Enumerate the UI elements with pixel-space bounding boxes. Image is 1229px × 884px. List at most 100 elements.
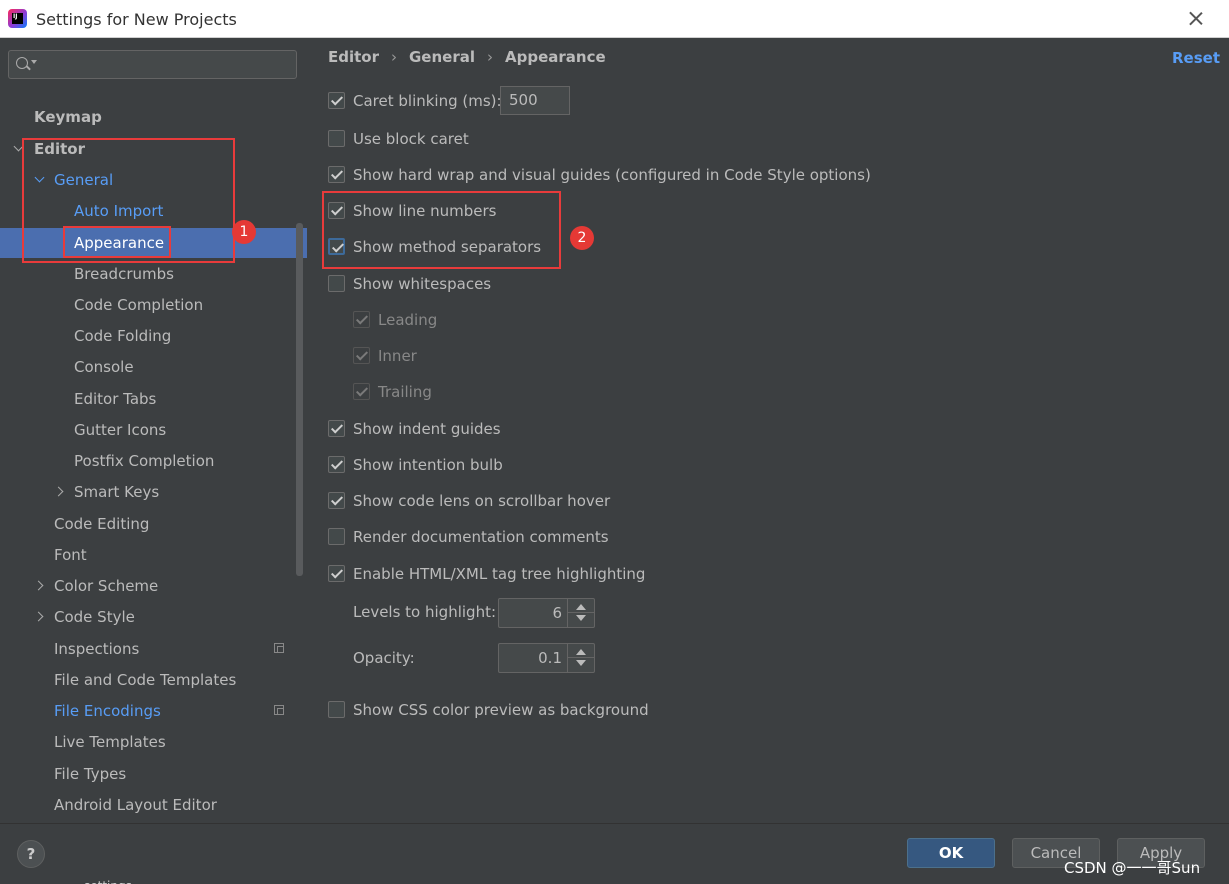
reset-link[interactable]: Reset — [1172, 49, 1220, 67]
chevron-right-icon[interactable] — [33, 611, 44, 622]
sidebar-item-keymap[interactable]: Keymap — [0, 102, 307, 132]
whitespaces-option[interactable]: Show whitespaces — [328, 272, 728, 296]
chevron-down-icon[interactable] — [31, 60, 37, 64]
arrow-up-icon[interactable] — [576, 604, 586, 610]
caret-blinking-option[interactable]: Caret blinking (ms): — [328, 89, 502, 113]
sidebar-item-label: Editor Tabs — [74, 390, 157, 408]
css-preview-label: Show CSS color preview as background — [353, 701, 649, 719]
block-caret-checkbox[interactable] — [328, 130, 345, 147]
sidebar-item-gutter-icons[interactable]: Gutter Icons — [0, 415, 307, 445]
help-button[interactable]: ? — [17, 840, 45, 868]
annotation-badge-2: 2 — [570, 226, 594, 250]
whitespaces-checkbox[interactable] — [328, 275, 345, 292]
sidebar-item-label: Font — [54, 546, 87, 564]
intellij-logo-icon: IJ — [8, 9, 27, 28]
window-title: Settings for New Projects — [36, 10, 237, 29]
sidebar-item-label: Console — [74, 358, 134, 376]
sidebar-item-code-style[interactable]: Code Style — [0, 602, 307, 632]
hard-wrap-option[interactable]: Show hard wrap and visual guides (config… — [328, 163, 928, 187]
sidebar-item-label: Code Folding — [74, 327, 172, 345]
sidebar-item-postfix-completion[interactable]: Postfix Completion — [0, 446, 307, 476]
sidebar-item-label: Code Style — [54, 608, 135, 626]
opacity-stepper[interactable]: 0.1 — [498, 643, 595, 673]
chevron-right-icon[interactable] — [53, 486, 64, 497]
indent-guides-label: Show indent guides — [353, 420, 501, 438]
taskbar-peek: settings — [84, 879, 132, 884]
code-lens-option[interactable]: Show code lens on scrollbar hover — [328, 489, 728, 513]
hard-wrap-label: Show hard wrap and visual guides (config… — [353, 166, 871, 184]
chevron-right-icon[interactable] — [33, 580, 44, 591]
indent-guides-option[interactable]: Show indent guides — [328, 417, 728, 441]
render-docs-option[interactable]: Render documentation comments — [328, 525, 728, 549]
close-icon[interactable] — [1184, 7, 1208, 31]
sidebar-item-android-layout-editor[interactable]: Android Layout Editor — [0, 790, 307, 820]
intention-bulb-option[interactable]: Show intention bulb — [328, 453, 728, 477]
chevron-right-icon: › — [487, 48, 493, 66]
sidebar-item-color-scheme[interactable]: Color Scheme — [0, 571, 307, 601]
ok-button[interactable]: OK — [907, 838, 995, 868]
sidebar-item-file-code-templates[interactable]: File and Code Templates — [0, 665, 307, 695]
arrow-up-icon[interactable] — [576, 649, 586, 655]
opacity-stepper-buttons[interactable] — [567, 644, 595, 672]
css-preview-option[interactable]: Show CSS color preview as background — [328, 698, 728, 722]
sidebar-item-label: Live Templates — [54, 733, 166, 751]
sidebar-item-label: Android Layout Editor — [54, 796, 217, 814]
breadcrumb-item: Appearance — [505, 48, 606, 66]
caret-blinking-label: Caret blinking (ms): — [353, 92, 502, 110]
block-caret-option[interactable]: Use block caret — [328, 127, 728, 151]
sidebar-item-smart-keys[interactable]: Smart Keys — [0, 477, 307, 507]
leading-option: Leading — [353, 308, 653, 332]
opacity-label: Opacity: — [353, 649, 415, 667]
annotation-badge-1: 1 — [232, 220, 256, 244]
sidebar-item-console[interactable]: Console — [0, 352, 307, 382]
sidebar-item-label: Keymap — [34, 108, 102, 126]
leading-checkbox — [353, 311, 370, 328]
sidebar-item-inspections[interactable]: Inspections — [0, 634, 307, 664]
intention-bulb-checkbox[interactable] — [328, 456, 345, 473]
tag-tree-checkbox[interactable] — [328, 565, 345, 582]
dialog-footer: ? OK Cancel Apply CSDN @一一哥Sun settings — [0, 823, 1229, 884]
sidebar-scrollbar[interactable] — [296, 223, 303, 576]
watermark: CSDN @一一哥Sun — [1064, 859, 1201, 877]
breadcrumb-item[interactable]: Editor — [328, 48, 379, 66]
annotation-box-appearance — [63, 226, 171, 258]
sidebar-item-file-types[interactable]: File Types — [0, 759, 307, 789]
search-icon — [16, 57, 28, 69]
render-docs-label: Render documentation comments — [353, 528, 609, 546]
sidebar-item-font[interactable]: Font — [0, 540, 307, 570]
indent-guides-checkbox[interactable] — [328, 420, 345, 437]
sidebar-item-label: Color Scheme — [54, 577, 159, 595]
sidebar-item-breadcrumbs[interactable]: Breadcrumbs — [0, 259, 307, 289]
levels-stepper-buttons[interactable] — [567, 599, 595, 627]
sidebar-item-live-templates[interactable]: Live Templates — [0, 727, 307, 757]
sidebar-item-editor-tabs[interactable]: Editor Tabs — [0, 384, 307, 414]
sidebar-item-label: File Types — [54, 765, 127, 783]
sidebar-item-code-editing[interactable]: Code Editing — [0, 509, 307, 539]
sidebar-item-file-encodings[interactable]: File Encodings — [0, 696, 307, 726]
breadcrumb-item[interactable]: General — [409, 48, 475, 66]
hard-wrap-checkbox[interactable] — [328, 166, 345, 183]
opacity-value: 0.1 — [538, 649, 562, 667]
tag-tree-option[interactable]: Enable HTML/XML tag tree highlighting — [328, 562, 728, 586]
sidebar-item-label: Gutter Icons — [74, 421, 167, 439]
render-docs-checkbox[interactable] — [328, 528, 345, 545]
sidebar-item-code-folding[interactable]: Code Folding — [0, 321, 307, 351]
levels-value: 6 — [552, 604, 562, 622]
sidebar-item-label: Smart Keys — [74, 483, 160, 501]
project-settings-icon — [274, 705, 284, 715]
trailing-label: Trailing — [378, 383, 432, 401]
arrow-down-icon[interactable] — [576, 615, 586, 621]
code-lens-checkbox[interactable] — [328, 492, 345, 509]
intention-bulb-label: Show intention bulb — [353, 456, 503, 474]
css-preview-checkbox[interactable] — [328, 701, 345, 718]
levels-label: Levels to highlight: — [353, 603, 497, 621]
tag-tree-label: Enable HTML/XML tag tree highlighting — [353, 565, 646, 583]
levels-stepper[interactable]: 6 — [498, 598, 595, 628]
caret-blinking-checkbox[interactable] — [328, 92, 345, 109]
settings-main-panel: Editor › General › Appearance Reset Caret bl… — [307, 38, 1229, 823]
caret-blinking-input[interactable]: 500 — [500, 86, 570, 115]
sidebar-item-label: Inspections — [54, 640, 140, 658]
search-input[interactable] — [8, 50, 297, 79]
arrow-down-icon[interactable] — [576, 660, 586, 666]
sidebar-item-code-completion[interactable]: Code Completion — [0, 290, 307, 320]
